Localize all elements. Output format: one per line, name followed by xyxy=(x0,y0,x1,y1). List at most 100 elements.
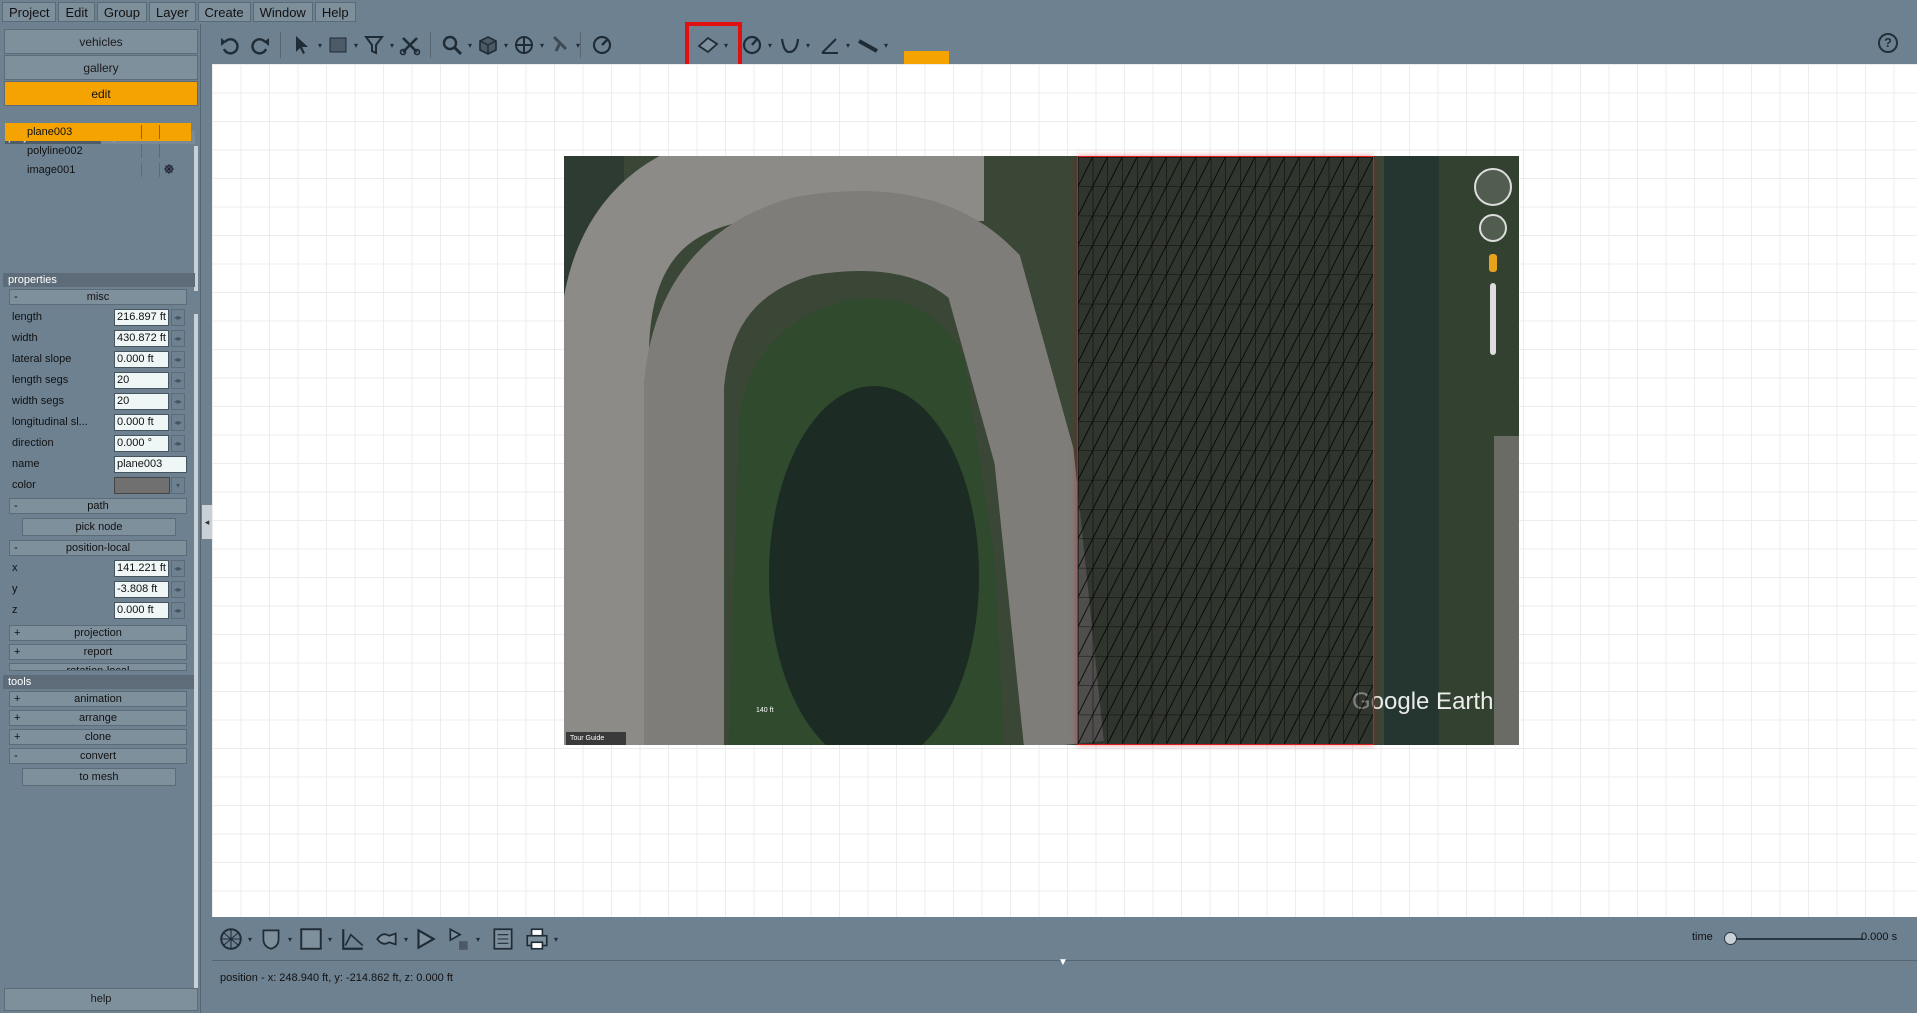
mesh-grid xyxy=(1078,157,1373,744)
x-spinner[interactable]: ◂▸ xyxy=(171,560,185,577)
measure-tool[interactable] xyxy=(588,31,616,59)
length-segs-field[interactable]: 20 xyxy=(114,372,169,389)
width-segs-spinner[interactable]: ◂▸ xyxy=(171,393,185,410)
look-compass-icon[interactable] xyxy=(1474,168,1512,206)
menu-help[interactable]: Help xyxy=(314,2,356,22)
project-item-polyline002[interactable]: polyline002 xyxy=(5,142,191,160)
camera-icon xyxy=(376,932,397,946)
x-field[interactable]: 141.221 ft xyxy=(114,560,169,577)
width-segs-field[interactable]: 20 xyxy=(114,393,169,410)
time-slider[interactable] xyxy=(1728,938,1863,940)
longitudinal-slope-spinner[interactable]: ◂▸ xyxy=(171,414,185,431)
prop-name: name plane003 xyxy=(9,455,191,475)
plane003-mesh[interactable] xyxy=(1077,156,1374,745)
play-button[interactable] xyxy=(410,924,440,954)
color-swatch[interactable] xyxy=(114,477,170,494)
z-field[interactable]: 0.000 ft xyxy=(114,602,169,619)
direction-field[interactable]: 0.000 ° xyxy=(114,435,169,452)
pegman-icon[interactable] xyxy=(1489,254,1497,272)
longitudinal-slope-field[interactable]: 0.000 ft xyxy=(114,414,169,431)
dimension-tool[interactable]: ▾ xyxy=(816,31,850,59)
select-tool[interactable]: ▾ xyxy=(288,31,322,59)
menu-window[interactable]: Window xyxy=(252,2,313,22)
graph-button[interactable] xyxy=(338,924,368,954)
project-item-image001[interactable]: image001 xyxy=(5,161,191,179)
lateral-slope-spinner[interactable]: ◂▸ xyxy=(171,351,185,368)
delete-button[interactable] xyxy=(396,31,424,59)
name-field[interactable]: plane003 xyxy=(114,456,187,473)
to-mesh-button[interactable]: to mesh xyxy=(22,768,176,786)
clone-group[interactable]: + clone xyxy=(9,729,187,745)
move-joystick-icon[interactable] xyxy=(1479,214,1507,242)
color-dropdown[interactable]: ▾ xyxy=(171,477,185,494)
view-frame-button[interactable]: ▾ xyxy=(296,924,332,954)
menu-project[interactable]: Project xyxy=(2,2,57,22)
curve-tool[interactable]: ▾ xyxy=(738,31,772,59)
report-group[interactable]: + report xyxy=(9,644,187,660)
zoom-tool[interactable]: ▾ xyxy=(438,31,472,59)
y-spinner[interactable]: ◂▸ xyxy=(171,581,185,598)
menu-group[interactable]: Group xyxy=(96,2,148,22)
aerial-image[interactable]: Google Earth Tour Guide 140 ft xyxy=(564,156,1519,745)
redo-button[interactable] xyxy=(246,31,274,59)
y-field[interactable]: -3.808 ft xyxy=(114,581,169,598)
prop-lateral-slope: lateral slope 0.000 ft ◂▸ xyxy=(9,350,191,370)
direction-spinner[interactable]: ◂▸ xyxy=(171,435,185,452)
help-button[interactable]: help xyxy=(4,988,198,1011)
dial-icon xyxy=(742,35,762,55)
undo-button[interactable] xyxy=(216,31,244,59)
length-segs-spinner[interactable]: ◂▸ xyxy=(171,372,185,389)
lateral-slope-field[interactable]: 0.000 ft xyxy=(114,351,169,368)
help-question-icon[interactable]: ? xyxy=(1878,33,1898,53)
cube-icon xyxy=(479,36,497,55)
arc-icon xyxy=(780,38,800,54)
time-slider-knob[interactable] xyxy=(1724,932,1737,945)
prop-x: x 141.221 ft ◂▸ xyxy=(9,559,191,579)
misc-group[interactable]: - misc xyxy=(9,289,187,305)
render-mode-button[interactable]: ▾ xyxy=(216,924,252,954)
position-local-group[interactable]: - position-local xyxy=(9,540,187,556)
print-button[interactable]: ▾ xyxy=(522,924,558,954)
view-cube-tool[interactable]: ▾ xyxy=(474,31,508,59)
path-group[interactable]: - path xyxy=(9,498,187,514)
projection-group[interactable]: + projection xyxy=(9,625,187,641)
filter-tool[interactable]: ▾ xyxy=(360,31,394,59)
shading-button[interactable]: ▾ xyxy=(256,924,292,954)
expand-panel-handle[interactable]: ▼ xyxy=(1058,957,1068,968)
width-spinner[interactable]: ◂▸ xyxy=(171,330,185,347)
vehicles-button[interactable]: vehicles xyxy=(4,29,198,54)
ruler-tool[interactable]: ▾ xyxy=(854,31,888,59)
length-spinner[interactable]: ◂▸ xyxy=(171,309,185,326)
arc-tool[interactable]: ▾ xyxy=(776,31,810,59)
pick-node-button[interactable]: pick node xyxy=(22,518,176,536)
rectangle-select-tool[interactable]: ▾ xyxy=(324,31,358,59)
arrange-group[interactable]: + arrange xyxy=(9,710,187,726)
width-field[interactable]: 430.872 ft xyxy=(114,330,169,347)
collapse-panel-handle[interactable]: ◂ xyxy=(202,505,212,539)
rotation-local-group[interactable]: rotation-local xyxy=(9,663,187,671)
edit-button[interactable]: edit xyxy=(4,81,198,106)
time-label: time xyxy=(1692,931,1713,943)
gauge-icon xyxy=(592,35,612,55)
convert-group[interactable]: - convert xyxy=(9,748,187,764)
project-scrollbar[interactable] xyxy=(194,146,198,291)
misc-label: misc xyxy=(86,291,110,303)
report-button[interactable] xyxy=(488,924,518,954)
pan-tool[interactable]: ▾ xyxy=(510,31,544,59)
snap-tool[interactable]: ▾ xyxy=(546,31,580,59)
angle-icon xyxy=(821,38,838,54)
playback-options-button[interactable]: ▾ xyxy=(444,924,480,954)
z-spinner[interactable]: ◂▸ xyxy=(171,602,185,619)
menu-create[interactable]: Create xyxy=(197,2,251,22)
animation-group[interactable]: + animation xyxy=(9,691,187,707)
properties-scrollbar[interactable] xyxy=(194,314,198,1010)
gallery-button[interactable]: gallery xyxy=(4,55,198,80)
length-field[interactable]: 216.897 ft xyxy=(114,309,169,326)
menu-edit[interactable]: Edit xyxy=(58,2,95,22)
zoom-slider[interactable] xyxy=(1490,283,1496,355)
menu-layer[interactable]: Layer xyxy=(149,2,196,22)
project-item-plane003[interactable]: plane003 xyxy=(5,123,191,141)
camera-button[interactable]: ▾ xyxy=(372,924,408,954)
lock-icon[interactable] xyxy=(163,163,175,175)
graph-icon xyxy=(342,929,364,950)
